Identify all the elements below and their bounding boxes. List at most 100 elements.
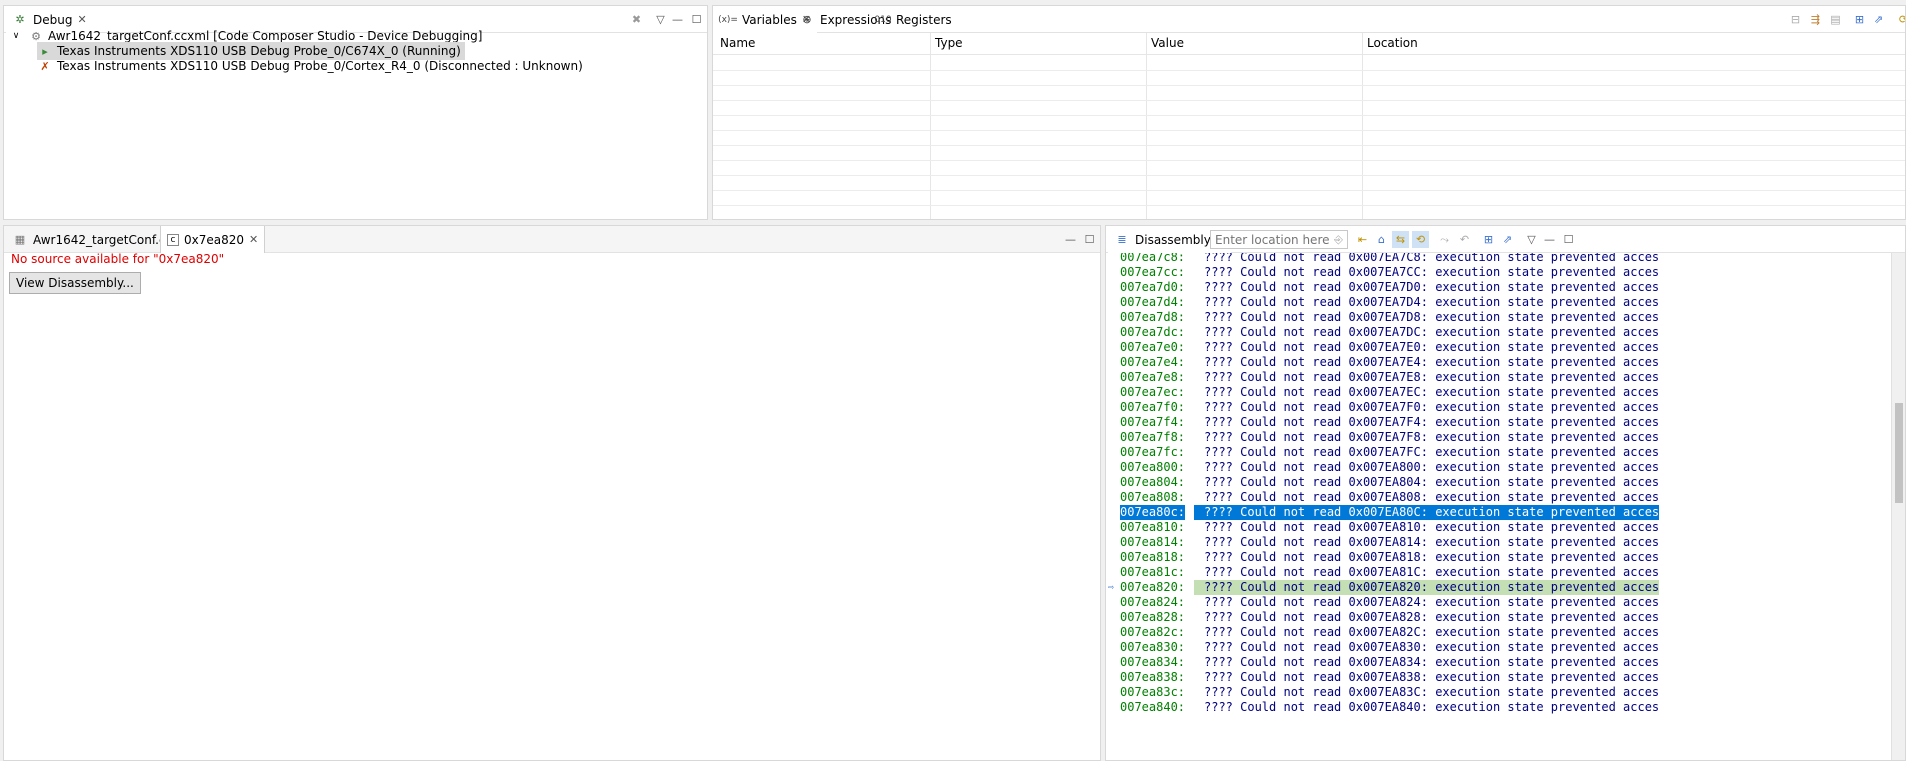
disassembly-row[interactable]: 007ea7d8: ???? Could not read 0x007EA7D8:…: [1106, 310, 1891, 325]
disassembly-row[interactable]: 007ea7fc: ???? Could not read 0x007EA7FC:…: [1106, 445, 1891, 460]
disassembly-row[interactable]: 007ea80c: ???? Could not read 0x007EA80C:…: [1106, 505, 1891, 520]
disassembly-row[interactable]: 007ea808: ???? Could not read 0x007EA808:…: [1106, 490, 1891, 505]
disassembly-address: 007ea81c:: [1120, 565, 1186, 579]
link-source-icon[interactable]: ⇆: [1392, 231, 1409, 248]
row-divider: [713, 70, 1905, 71]
no-source-message: No source available for "0x7ea820": [11, 252, 225, 266]
disassembly-row[interactable]: 007ea7e0: ???? Could not read 0x007EA7E0:…: [1106, 340, 1891, 355]
disassembly-row[interactable]: 007ea818: ???? Could not read 0x007EA818:…: [1106, 550, 1891, 565]
chevron-down-icon[interactable]: ∨: [8, 28, 24, 44]
disassembly-listing[interactable]: 007ea7c8: ???? Could not read 0x007EA7C8:…: [1106, 253, 1891, 760]
disassembly-address: 007ea810:: [1120, 520, 1186, 534]
column-location[interactable]: Location: [1367, 36, 1418, 50]
view-menu-icon[interactable]: ▽: [1523, 231, 1540, 248]
disassembly-row[interactable]: 007ea83c: ???? Could not read 0x007EA83C:…: [1106, 685, 1891, 700]
registers-icon: 010: [874, 14, 892, 25]
tab-source-address[interactable]: c 0x7ea820 ✕: [160, 226, 266, 253]
tab-disassembly-label: Disassembly: [1135, 232, 1211, 247]
disassembly-instruction: ???? Could not read 0x007EA808: executio…: [1204, 490, 1660, 504]
column-type[interactable]: Type: [935, 36, 963, 50]
maximize-icon[interactable]: ☐: [1081, 231, 1098, 248]
disassembly-row[interactable]: 007ea824: ???? Could not read 0x007EA824:…: [1106, 595, 1891, 610]
go-location-icon[interactable]: ⎆: [1330, 231, 1347, 248]
collapse-all-icon[interactable]: ⊟: [1787, 11, 1804, 28]
disassembly-instruction: ???? Could not read 0x007EA800: executio…: [1204, 460, 1660, 474]
maximize-icon[interactable]: ☐: [1560, 231, 1577, 248]
scrollbar-thumb[interactable]: [1895, 403, 1903, 503]
column-name[interactable]: Name: [720, 36, 755, 50]
disassembly-row[interactable]: 007ea7f8: ???? Could not read 0x007EA7F8:…: [1106, 430, 1891, 445]
disassembly-address: 007ea7e4:: [1120, 355, 1186, 369]
disassembly-row[interactable]: 007ea7f0: ???? Could not read 0x007EA7F0:…: [1106, 400, 1891, 415]
close-icon[interactable]: ✕: [77, 13, 86, 26]
disassembly-row[interactable]: 007ea834: ???? Could not read 0x007EA834:…: [1106, 655, 1891, 670]
disassembly-instruction: ???? Could not read 0x007EA81C: executio…: [1204, 565, 1660, 579]
close-icon[interactable]: ✕: [249, 233, 258, 246]
disassembly-row[interactable]: 007ea804: ???? Could not read 0x007EA804:…: [1106, 475, 1891, 490]
select-all-icon[interactable]: ▤: [1827, 11, 1844, 28]
disassembly-scrollbar[interactable]: [1891, 253, 1905, 760]
open-source-icon[interactable]: ⇤: [1354, 231, 1371, 248]
step-return-icon[interactable]: ↶: [1456, 231, 1473, 248]
disassembly-address: 007ea840:: [1120, 700, 1186, 714]
disassembly-tabbar: ≣ Disassembly ✕ ⎆ ⇤ ⌂ ⇆ ⟲ ⤳ ↶ ⊞ ⇗ ▽ — ☐: [1106, 226, 1905, 253]
disassembly-row[interactable]: 007ea800: ???? Could not read 0x007EA800:…: [1106, 460, 1891, 475]
disassembly-instruction: ???? Could not read 0x007EA7D8: executio…: [1204, 310, 1660, 324]
debug-view: ✲ Debug ✕ ✖ ▽ — ☐ ∨ ⚙ Awr1642_targetConf…: [3, 5, 708, 220]
disassembly-row[interactable]: 007ea7dc: ???? Could not read 0x007EA7DC:…: [1106, 325, 1891, 340]
disassembly-row[interactable]: 007ea7d0: ???? Could not read 0x007EA7D0:…: [1106, 280, 1891, 295]
location-input[interactable]: [1210, 230, 1348, 249]
disassembly-address: 007ea7f0:: [1120, 400, 1186, 414]
pin-icon[interactable]: ⇗: [1870, 11, 1887, 28]
row-divider: [713, 85, 1905, 86]
show-type-names-icon[interactable]: ⇶: [1807, 11, 1824, 28]
column-divider: [1362, 33, 1363, 219]
disassembly-row[interactable]: 007ea7cc: ???? Could not read 0x007EA7CC:…: [1106, 265, 1891, 280]
disassembly-row[interactable]: 007ea82c: ???? Could not read 0x007EA82C:…: [1106, 625, 1891, 640]
disassembly-row[interactable]: 007ea828: ???? Could not read 0x007EA828:…: [1106, 610, 1891, 625]
tree-item-cortex-r4[interactable]: ✗ Texas Instruments XDS110 USB Debug Pro…: [37, 57, 582, 75]
disassembly-instruction: ???? Could not read 0x007EA814: executio…: [1204, 535, 1660, 549]
disassembly-address: 007ea830:: [1120, 640, 1186, 654]
tab-registers[interactable]: 010 Registers: [869, 6, 958, 33]
minimize-icon[interactable]: —: [669, 11, 686, 28]
refresh-icon[interactable]: ⟳: [1895, 11, 1905, 28]
disassembly-instruction: ???? Could not read 0x007EA828: executio…: [1204, 610, 1660, 624]
column-value[interactable]: Value: [1151, 36, 1184, 50]
remove-terminated-icon[interactable]: ✖: [628, 11, 645, 28]
new-view-icon[interactable]: ⊞: [1851, 11, 1868, 28]
disassembly-row[interactable]: 007ea81c: ???? Could not read 0x007EA81C:…: [1106, 565, 1891, 580]
home-pc-icon[interactable]: ⌂: [1373, 231, 1390, 248]
disassembly-row[interactable]: 007ea7d4: ???? Could not read 0x007EA7D4:…: [1106, 295, 1891, 310]
disassembly-row[interactable]: 007ea7e4: ???? Could not read 0x007EA7E4:…: [1106, 355, 1891, 370]
maximize-icon[interactable]: ☐: [688, 11, 705, 28]
disassembly-address: 007ea83c:: [1120, 685, 1186, 699]
sync-icon[interactable]: ⟲: [1412, 231, 1429, 248]
pin-icon[interactable]: ⇗: [1499, 231, 1516, 248]
minimize-icon[interactable]: —: [1062, 231, 1079, 248]
disassembly-row[interactable]: 007ea7e8: ???? Could not read 0x007EA7E8:…: [1106, 370, 1891, 385]
disassembly-row[interactable]: 007ea814: ???? Could not read 0x007EA814:…: [1106, 535, 1891, 550]
step-over-icon[interactable]: ⤳: [1436, 231, 1453, 248]
disassembly-row[interactable]: 007ea810: ???? Could not read 0x007EA810:…: [1106, 520, 1891, 535]
row-divider: [713, 130, 1905, 131]
disassembly-row[interactable]: 007ea830: ???? Could not read 0x007EA830:…: [1106, 640, 1891, 655]
new-view-icon[interactable]: ⊞: [1480, 231, 1497, 248]
view-menu-icon[interactable]: ▽: [652, 11, 669, 28]
disassembly-row[interactable]: 007ea838: ???? Could not read 0x007EA838:…: [1106, 670, 1891, 685]
disassembly-address: 007ea828:: [1120, 610, 1186, 624]
target-config-file-icon: ▦: [14, 233, 26, 246]
program-counter-icon: ⇨: [1108, 582, 1115, 593]
minimize-icon[interactable]: —: [1541, 231, 1558, 248]
view-disassembly-button[interactable]: View Disassembly...: [9, 272, 141, 294]
disassembly-row[interactable]: 007ea7c8: ???? Could not read 0x007EA7C8:…: [1106, 253, 1891, 265]
row-divider: [713, 190, 1905, 191]
disassembly-row[interactable]: 007ea7f4: ???? Could not read 0x007EA7F4:…: [1106, 415, 1891, 430]
disassembly-row[interactable]: 007ea840: ???? Could not read 0x007EA840:…: [1106, 700, 1891, 715]
disassembly-row[interactable]: ⇨ 007ea820: ???? Could not read 0x007EA820…: [1106, 580, 1891, 595]
tab-variables-label: Variables: [742, 12, 797, 27]
disassembly-address: 007ea7f4:: [1120, 415, 1186, 429]
tree-item-label: Awr1642_targetConf.ccxml [Code Composer …: [48, 29, 483, 43]
disassembly-row[interactable]: 007ea7ec: ???? Could not read 0x007EA7EC:…: [1106, 385, 1891, 400]
disassembly-instruction: ???? Could not read 0x007EA7E8: executio…: [1204, 370, 1660, 384]
